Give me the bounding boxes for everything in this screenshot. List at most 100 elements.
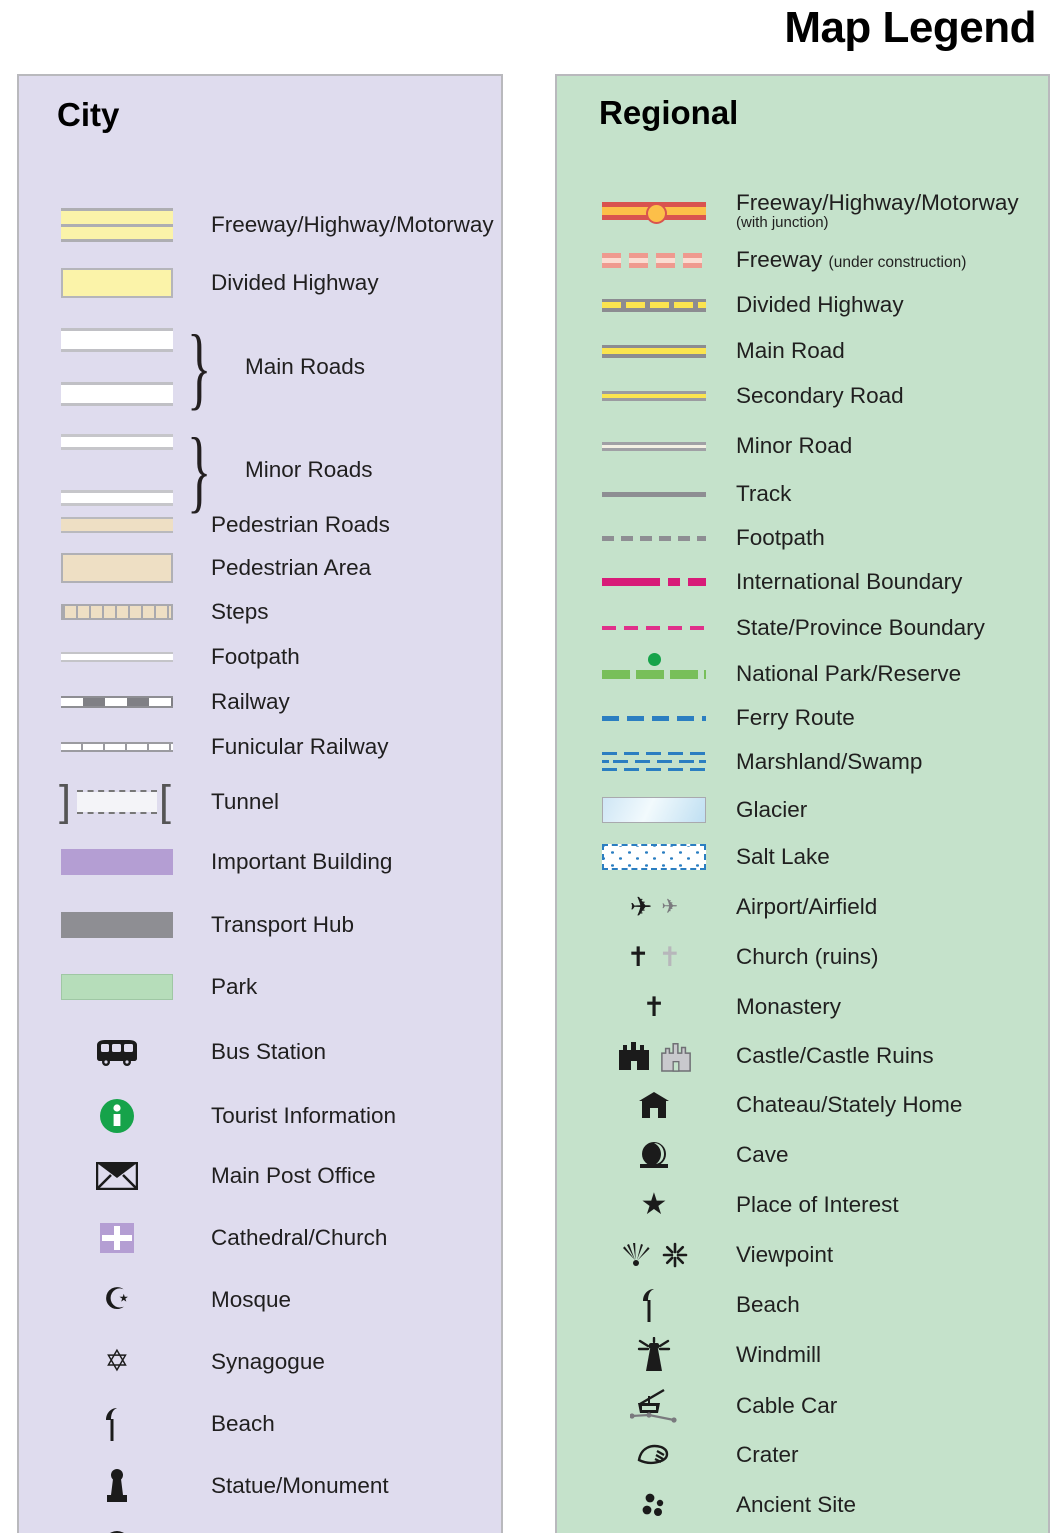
- legend-row[interactable]: Footpath: [19, 640, 501, 674]
- legend-row[interactable]: ][ Tunnel: [19, 779, 501, 825]
- freeway-under-construction-line-symbol: [602, 252, 706, 268]
- legend-row[interactable]: Ferry Route: [557, 700, 1048, 736]
- legend-label: Pedestrian Roads: [211, 512, 390, 538]
- legend-row[interactable]: ✈ ✈ Airport/Airfield: [557, 887, 1048, 927]
- legend-row[interactable]: Viewpoint: [557, 1235, 1048, 1275]
- legend-row[interactable]: Ancient Site: [557, 1485, 1048, 1525]
- marshland-pattern-symbol: [602, 748, 706, 776]
- legend-row[interactable]: Railway: [19, 685, 501, 719]
- legend-row[interactable]: ✡ Synagogue: [19, 1342, 501, 1382]
- legend-label-sub: (under construction): [828, 254, 967, 272]
- bus-icon: [61, 1038, 173, 1066]
- legend-row[interactable]: Statue/Monument: [19, 1466, 501, 1506]
- legend-row[interactable]: Funicular Railway: [19, 730, 501, 764]
- legend-label: Secondary Road: [736, 383, 904, 409]
- legend-row[interactable]: Airport: [19, 1528, 501, 1533]
- legend-row[interactable]: International Boundary: [557, 564, 1048, 600]
- international-boundary-line-symbol: [602, 578, 706, 586]
- legend-row[interactable]: Main Road: [557, 333, 1048, 369]
- legend-row[interactable]: Bus Station: [19, 1031, 501, 1073]
- legend-label: Minor Roads: [245, 457, 373, 483]
- legend-row[interactable]: Track: [557, 476, 1048, 512]
- railway-line-symbol: [61, 696, 173, 708]
- legend-row[interactable]: Beach: [557, 1285, 1048, 1325]
- legend-label: Main Road: [736, 338, 845, 364]
- legend-row[interactable]: Divided Highway: [19, 263, 501, 303]
- windmill-icon: [602, 1337, 706, 1373]
- legend-row[interactable]: Minor Road: [557, 428, 1048, 464]
- cross-square-icon: [61, 1221, 173, 1255]
- legend-label: Track: [736, 481, 792, 507]
- envelope-icon: [61, 1162, 173, 1190]
- legend-row[interactable]: Windmill: [557, 1334, 1048, 1376]
- legend-row[interactable]: Secondary Road: [557, 378, 1048, 414]
- legend-row[interactable]: Transport Hub: [19, 907, 501, 943]
- legend-row[interactable]: Marshland/Swamp: [557, 742, 1048, 782]
- divided-highway-line-symbol: [602, 298, 706, 312]
- legend-label-sub: (with junction): [736, 213, 829, 231]
- legend-row[interactable]: Pedestrian Roads: [19, 507, 501, 543]
- legend-row[interactable]: Freeway (under construction): [557, 242, 1048, 278]
- main-roads-brace: }: [186, 316, 212, 418]
- legend-row[interactable]: ★ Place of Interest: [557, 1185, 1048, 1225]
- national-park-line-symbol: [602, 652, 706, 679]
- cross-ruins-icon: ✝: [658, 941, 682, 972]
- ancient-site-icon: [602, 1490, 706, 1520]
- tunnel-brackets-symbol: ][: [59, 777, 171, 825]
- legend-row[interactable]: Important Building: [19, 844, 501, 880]
- viewpoint-fan-icon: [622, 1243, 650, 1266]
- airplane-small-icon: ✈: [661, 896, 679, 918]
- chateau-icon: [602, 1090, 706, 1120]
- main-roads-pair-symbol: [61, 328, 173, 406]
- legend-label: Mosque: [211, 1287, 292, 1313]
- legend-row[interactable]: Cave: [557, 1135, 1048, 1175]
- glacier-swatch-symbol: [602, 797, 706, 823]
- cross-icon: ✝: [626, 941, 650, 972]
- legend-row[interactable]: Freeway/Highway/Motorway (with junction): [557, 191, 1048, 231]
- legend-row[interactable]: Cathedral/Church: [19, 1218, 501, 1258]
- cross-icons: ✝ ✝: [602, 941, 706, 972]
- legend-label: Steps: [211, 599, 269, 625]
- airplane-icon: ✈: [629, 891, 653, 922]
- legend-row[interactable]: Steps: [19, 595, 501, 629]
- cable-car-icon: [602, 1386, 706, 1426]
- legend-row[interactable]: Cable Car: [557, 1383, 1048, 1429]
- legend-label: State/Province Boundary: [736, 615, 985, 641]
- legend-row[interactable]: Chateau/Stately Home: [557, 1085, 1048, 1125]
- legend-row[interactable]: Castle/Castle Ruins: [557, 1035, 1048, 1077]
- city-panel-heading: City: [57, 96, 120, 133]
- legend-row[interactable]: ✝ ✝ Church (ruins): [557, 937, 1048, 977]
- regional-panel-heading: Regional: [599, 94, 739, 131]
- legend-row[interactable]: } Main Roads: [19, 317, 501, 417]
- legend-label-main: Freeway: [736, 247, 823, 273]
- castle-icon: [618, 1042, 649, 1072]
- legend-label: Tourist Information: [211, 1103, 397, 1129]
- legend-row[interactable]: Footpath: [557, 520, 1048, 556]
- legend-row[interactable]: } Minor Roads: [19, 421, 501, 519]
- star-icon: ★: [640, 1188, 668, 1221]
- legend-label: Beach: [736, 1292, 800, 1318]
- pedestrian-area-swatch-symbol: [61, 553, 173, 583]
- legend-row[interactable]: Freeway/Highway/Motorway: [19, 203, 501, 247]
- legend-label: Ferry Route: [736, 705, 855, 731]
- legend-row[interactable]: Glacier: [557, 792, 1048, 828]
- legend-row[interactable]: ✝ Monastery: [557, 987, 1048, 1027]
- legend-label: Airport/Airfield: [736, 894, 878, 920]
- legend-row[interactable]: Beach: [19, 1404, 501, 1444]
- legend-row[interactable]: Divided Highway: [557, 287, 1048, 323]
- legend-label: Bus Station: [211, 1039, 327, 1065]
- steps-band-symbol: [61, 604, 173, 620]
- legend-label: Synagogue: [211, 1349, 325, 1375]
- legend-row[interactable]: Tourist Information: [19, 1094, 501, 1138]
- legend-row[interactable]: Salt Lake: [557, 839, 1048, 875]
- legend-row[interactable]: Park: [19, 969, 501, 1005]
- legend-label: Cave: [736, 1142, 789, 1168]
- legend-row[interactable]: Main Post Office: [19, 1156, 501, 1196]
- legend-row[interactable]: ☪ Mosque: [19, 1280, 501, 1320]
- legend-row[interactable]: State/Province Boundary: [557, 610, 1048, 646]
- legend-row[interactable]: Crater: [557, 1435, 1048, 1475]
- legend-row[interactable]: National Park/Reserve: [557, 652, 1048, 693]
- legend-row[interactable]: Pedestrian Area: [19, 550, 501, 586]
- legend-label: Park: [211, 974, 258, 1000]
- airplane-icons: ✈ ✈: [602, 891, 706, 922]
